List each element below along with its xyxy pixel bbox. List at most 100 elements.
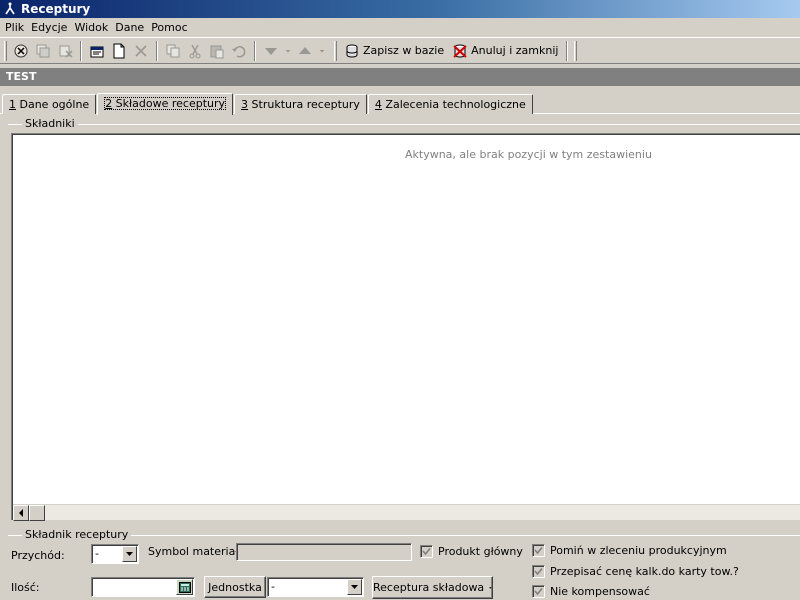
material-symbol-label: Symbol materiału: [148, 545, 250, 558]
undo-icon [232, 45, 246, 57]
tab-structure-label: 3 Struktura receptury [241, 98, 360, 111]
save-to-database-button[interactable]: Zapisz w bazie [340, 40, 448, 62]
app-icon [5, 2, 15, 15]
skip-in-order-label: Pomiń w zleceniu produkcyjnym [550, 544, 727, 557]
toolbar-separator [566, 40, 569, 61]
skip-in-order-check-box[interactable] [532, 544, 545, 557]
new-document-icon [113, 43, 125, 58]
calculator-button[interactable] [176, 579, 193, 595]
save-to-database-label: Zapisz w bazie [363, 44, 445, 57]
paste-icon [210, 45, 224, 58]
toolbar-move-down-dropdown[interactable] [282, 40, 294, 62]
chevron-down-icon [489, 586, 492, 589]
income-label: Przychód: [11, 549, 65, 562]
unit-value: - [271, 580, 275, 593]
save-database-icon [346, 44, 358, 57]
tab-technology[interactable]: 4 Zalecenia technologiczne [367, 94, 533, 114]
toolbar-grip[interactable] [334, 40, 337, 61]
quantity-input[interactable] [91, 577, 195, 597]
toolbar-grip[interactable] [574, 40, 578, 61]
menu-plik[interactable]: Plik [2, 21, 28, 34]
copy-price-check-box[interactable] [532, 565, 545, 578]
components-grid[interactable]: Aktywna, ale brak pozycji w tym zestawie… [11, 133, 800, 521]
no-compensate-checkbox[interactable]: Nie kompensować [532, 585, 650, 598]
toolbar-separator [254, 40, 256, 61]
toolbar-delete-record-button[interactable] [54, 40, 76, 62]
close-record-icon [14, 44, 28, 57]
toolbar: Zapisz w bazie Anuluj i zamknij [0, 37, 800, 64]
skip-in-order-checkbox[interactable]: Pomiń w zleceniu produkcyjnym [532, 544, 727, 557]
income-value: - [95, 547, 99, 560]
horizontal-scrollbar[interactable] [13, 504, 800, 521]
toolbar-save-copy-button[interactable] [32, 40, 54, 62]
scroll-thumb[interactable] [29, 505, 45, 521]
cancel-and-close-button[interactable]: Anuluj i zamknij [448, 40, 562, 62]
checkmark-icon [534, 567, 543, 576]
toolbar-grip[interactable] [4, 40, 7, 61]
tab-components[interactable]: 2 Składowe receptury [97, 93, 234, 115]
scroll-left-button[interactable] [13, 505, 29, 521]
tab-general[interactable]: 1 Dane ogólne [2, 94, 97, 114]
main-product-checkbox[interactable]: Produkt główny [420, 545, 523, 558]
tab-components-label: 2 Składowe receptury [104, 97, 227, 110]
chevron-down-icon [126, 552, 133, 556]
toolbar-move-up-dropdown[interactable] [316, 40, 328, 62]
arrow-left-icon [19, 509, 23, 517]
cut-icon [189, 44, 201, 58]
unit-combobox[interactable]: - [267, 577, 364, 597]
checkmark-icon [422, 547, 431, 556]
toolbar-delete-button[interactable] [130, 40, 152, 62]
toolbar-separator [156, 40, 158, 61]
unit-dropdown-button[interactable] [347, 579, 362, 595]
copy-price-checkbox[interactable]: Przepisać cenę kalk.do karty tow.? [532, 565, 739, 578]
arrow-up-icon [299, 46, 311, 54]
window-title: Receptury [21, 2, 91, 16]
calculator-icon [178, 581, 191, 593]
arrow-down-icon [265, 47, 277, 55]
tab-structure[interactable]: 3 Struktura receptury [234, 94, 367, 114]
components-group-line [8, 124, 800, 125]
no-compensate-label: Nie kompensować [550, 585, 650, 598]
toolbar-move-down-button[interactable] [260, 40, 282, 62]
toolbar-copy-button[interactable] [162, 40, 184, 62]
main-product-label: Produkt główny [438, 545, 523, 558]
component-form-group-label: Składnik receptury [22, 528, 132, 541]
copy-price-label: Przepisać cenę kalk.do karty tow.? [550, 565, 739, 578]
cancel-icon [453, 44, 467, 58]
menu-pomoc[interactable]: Pomoc [148, 21, 191, 34]
toolbar-properties-button[interactable] [86, 40, 108, 62]
component-recipe-button[interactable]: Receptura składowa [372, 576, 493, 599]
record-name-bar: TEST [0, 68, 800, 86]
main-product-check-box[interactable] [420, 545, 433, 558]
checkmark-icon [534, 587, 543, 596]
menu-bar: Plik Edycje Widok Dane Pomoc [0, 18, 800, 37]
checkmark-icon [534, 546, 543, 555]
income-dropdown-button[interactable] [122, 546, 137, 562]
income-combobox[interactable]: - [91, 544, 139, 564]
tab-technology-label: 4 Zalecenia technologiczne [374, 98, 526, 111]
tab-general-label: 1 Dane ogólne [9, 98, 90, 111]
copy-record-icon [36, 44, 50, 57]
cancel-and-close-label: Anuluj i zamknij [471, 44, 559, 57]
components-group-label: Składniki [22, 117, 78, 130]
chevron-down-icon [351, 585, 358, 589]
chevron-down-icon [319, 49, 325, 52]
delete-icon [135, 44, 147, 57]
no-compensate-check-box[interactable] [532, 585, 545, 598]
toolbar-close-button[interactable] [10, 40, 32, 62]
toolbar-paste-button[interactable] [206, 40, 228, 62]
properties-icon [90, 46, 104, 57]
toolbar-undo-button[interactable] [228, 40, 250, 62]
title-bar[interactable]: Receptury [0, 0, 800, 18]
menu-edycje[interactable]: Edycje [28, 21, 71, 34]
menu-widok[interactable]: Widok [71, 21, 112, 34]
menu-dane[interactable]: Dane [112, 21, 148, 34]
tab-strip: 1 Dane ogólne 2 Składowe receptury 3 Str… [2, 92, 534, 115]
unit-button[interactable]: Jednostka [204, 576, 266, 598]
chevron-down-icon [285, 49, 291, 52]
toolbar-new-button[interactable] [108, 40, 130, 62]
delete-record-icon [59, 45, 73, 58]
material-symbol-field[interactable] [236, 543, 412, 561]
toolbar-cut-button[interactable] [184, 40, 206, 62]
toolbar-move-up-button[interactable] [294, 40, 316, 62]
